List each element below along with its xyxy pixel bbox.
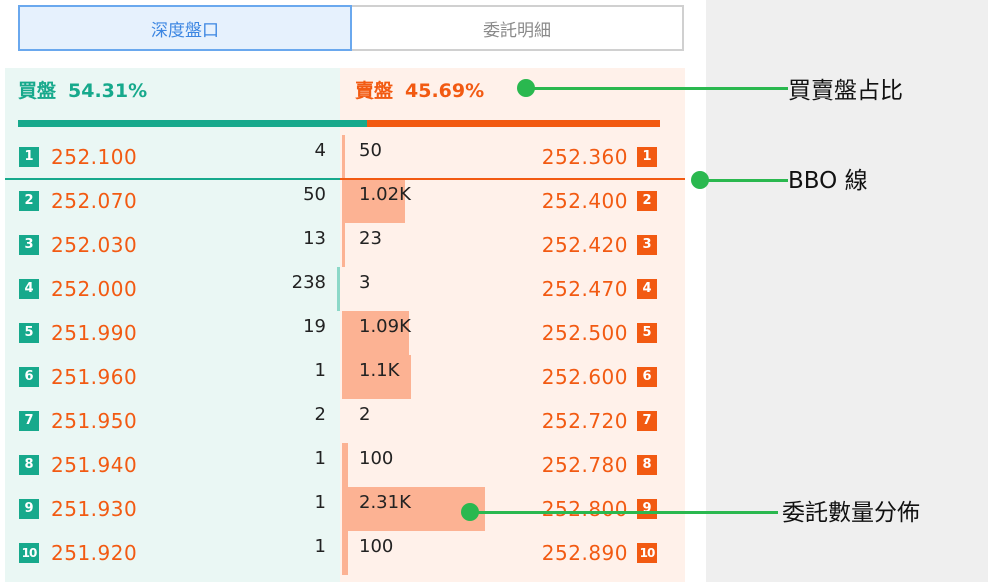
bbo-annotation-dot [691,171,709,189]
bid-quantity: 19 [303,316,326,337]
ask-level-badge: 4 [637,279,657,299]
ask-depth-bar [342,443,348,487]
order-book-row[interactable]: 7 251.950 2 2 252.720 7 [0,399,706,443]
ask-level-badge: 2 [637,191,657,211]
bid-quantity: 13 [303,228,326,249]
ratio-annotation-label: 買賣盤占比 [788,78,903,104]
ask-level-badge: 1 [637,147,657,167]
order-book-row[interactable]: 4 252.000 238 3 252.470 4 [0,267,706,311]
ratio-annotation-dot [517,79,535,97]
bid-price[interactable]: 251.960 [51,363,137,391]
bid-price[interactable]: 251.950 [51,407,137,435]
ask-level-badge: 8 [637,455,657,475]
ask-price[interactable]: 252.470 [542,275,628,303]
ask-depth-bar [342,135,345,179]
bbo-annotation-line [700,179,788,182]
order-book-row[interactable]: 9 251.930 1 2.31K 252.800 9 [0,487,706,531]
ask-quantity: 3 [359,272,371,293]
ask-ratio-bar [367,120,660,127]
ask-quantity: 2.31K [359,492,411,513]
ask-level-badge: 7 [637,411,657,431]
bid-level-badge: 10 [19,543,39,563]
bid-quantity: 1 [314,448,326,469]
ask-level-badge: 6 [637,367,657,387]
ask-level-badge: 3 [637,235,657,255]
ask-quantity: 1.1K [359,360,400,381]
distribution-annotation-dot [461,503,479,521]
ask-price[interactable]: 252.720 [542,407,628,435]
bbo-line-bid [5,178,340,180]
bid-level-badge: 2 [19,191,39,211]
order-book-row[interactable]: 5 251.990 19 1.09K 252.500 5 [0,311,706,355]
ask-quantity: 100 [359,536,394,557]
ask-quantity: 1.02K [359,184,411,205]
bid-level-badge: 6 [19,367,39,387]
bid-level-badge: 9 [19,499,39,519]
ask-price[interactable]: 252.780 [542,451,628,479]
ask-price[interactable]: 252.360 [542,143,628,171]
ask-price[interactable]: 252.500 [542,319,628,347]
ask-quantity: 23 [359,228,382,249]
order-book-row[interactable]: 2 252.070 50 1.02K 252.400 2 [0,179,706,223]
ask-quantity: 1.09K [359,316,411,337]
bbo-line [5,178,705,180]
bid-price[interactable]: 251.920 [51,539,137,567]
tab-order-details[interactable]: 委託明細 [352,5,684,51]
bid-depth-bar [337,267,340,311]
ask-price[interactable]: 252.400 [542,187,628,215]
order-book-row[interactable]: 8 251.940 1 100 252.780 8 [0,443,706,487]
ask-quantity: 50 [359,140,382,161]
bid-summary: 買盤 54.31% [18,76,147,106]
bid-price[interactable]: 252.000 [51,275,137,303]
tab-depth[interactable]: 深度盤口 [18,5,352,51]
bid-level-badge: 5 [19,323,39,343]
bid-price[interactable]: 251.930 [51,495,137,523]
bid-quantity: 2 [314,404,326,425]
ask-quantity: 100 [359,448,394,469]
ask-price[interactable]: 252.800 [542,495,628,523]
bid-quantity: 4 [314,140,326,161]
distribution-annotation-label: 委託數量分佈 [782,500,920,526]
bid-level-badge: 7 [19,411,39,431]
bid-quantity: 1 [314,360,326,381]
bbo-annotation-label: BBO 線 [788,168,868,194]
ask-summary: 賣盤 45.69% [355,76,484,106]
ask-price[interactable]: 252.600 [542,363,628,391]
ask-label: 賣盤 [355,80,394,102]
order-book-row[interactable]: 6 251.960 1 1.1K 252.600 6 [0,355,706,399]
bid-ratio-bar [18,120,367,127]
ask-price[interactable]: 252.890 [542,539,628,567]
bid-quantity: 238 [291,272,326,293]
bid-level-badge: 4 [19,279,39,299]
ask-level-badge: 9 [637,499,657,519]
ask-level-badge: 5 [637,323,657,343]
order-book-row[interactable]: 1 252.100 4 50 252.360 1 [0,135,706,179]
ask-depth-bar [342,531,348,575]
distribution-annotation-line [470,511,778,514]
bid-quantity: 1 [314,536,326,557]
bid-price[interactable]: 252.100 [51,143,137,171]
ask-percent: 45.69% [405,80,485,102]
bid-level-badge: 3 [19,235,39,255]
order-book-row[interactable]: 10 251.920 1 100 252.890 10 [0,531,706,575]
bid-quantity: 50 [303,184,326,205]
ask-level-badge: 10 [637,543,657,563]
bid-percent: 54.31% [68,80,148,102]
bbo-line-ask [340,178,685,180]
bid-price[interactable]: 252.070 [51,187,137,215]
ratio-annotation-line [526,87,788,90]
bid-quantity: 1 [314,492,326,513]
ask-quantity: 2 [359,404,371,425]
bid-label: 買盤 [18,80,57,102]
ask-price[interactable]: 252.420 [542,231,628,259]
ask-depth-bar [342,223,345,267]
bid-level-badge: 8 [19,455,39,475]
bid-level-badge: 1 [19,147,39,167]
bid-price[interactable]: 251.940 [51,451,137,479]
order-book-row[interactable]: 3 252.030 13 23 252.420 3 [0,223,706,267]
bid-price[interactable]: 252.030 [51,231,137,259]
bid-price[interactable]: 251.990 [51,319,137,347]
